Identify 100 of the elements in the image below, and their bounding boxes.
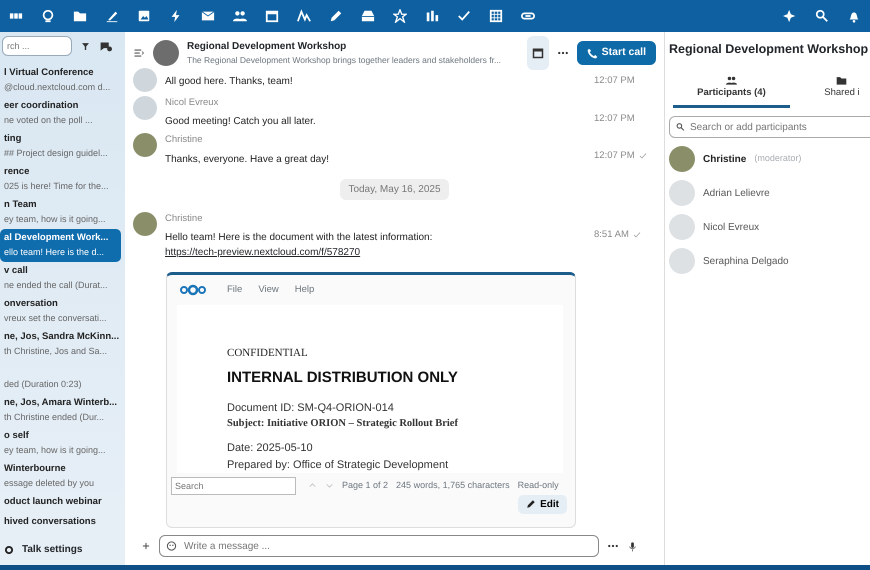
conversation-item[interactable]: Winterbourne essage deleted by you bbox=[0, 460, 121, 493]
emoji-icon[interactable] bbox=[166, 540, 177, 552]
document-text: Document ID: SM-Q4-ORION-014 bbox=[227, 400, 395, 416]
conversation-preview: ne voted on the poll ... bbox=[4, 114, 94, 127]
talk-settings-link[interactable]: Talk settings bbox=[22, 542, 82, 557]
conversation-item[interactable]: l Virtual Conference @cloud.nextcloud.com d... bbox=[0, 64, 121, 97]
status-text: Page 1 of 2 bbox=[342, 479, 388, 492]
conversation-search-field[interactable]: rch ... bbox=[2, 36, 72, 56]
microphone-icon[interactable] bbox=[627, 540, 638, 552]
conversation-preview: ey team, how is it going... bbox=[4, 444, 107, 457]
pen-icon[interactable] bbox=[105, 9, 119, 23]
sparkle-icon[interactable] bbox=[783, 9, 797, 23]
message-link[interactable]: https://tech-preview.nextcloud.com/f/578270 bbox=[165, 244, 360, 260]
menu-item[interactable]: View bbox=[258, 282, 279, 297]
conversation-preview: essage deleted by you bbox=[4, 477, 96, 490]
document-text: INTERNAL DISTRIBUTION ONLY bbox=[227, 368, 459, 388]
participant-row[interactable]: Christine (moderator) bbox=[665, 146, 870, 172]
document-search-field[interactable]: Search bbox=[171, 476, 296, 495]
date-separator: Today, May 16, 2025 bbox=[340, 178, 449, 200]
search-icon[interactable] bbox=[815, 9, 829, 23]
document-text: Date: 2025-05-10 bbox=[227, 441, 314, 456]
participant-row[interactable]: Adrian Lelievre bbox=[665, 180, 870, 206]
menu-item[interactable]: Help bbox=[294, 282, 314, 297]
archived-conversations-link[interactable]: hived conversations bbox=[0, 513, 121, 533]
conversation-preview: vreux set the conversati... bbox=[4, 312, 108, 325]
conversation-title: ne, Jos, Sandra McKinn... bbox=[4, 330, 117, 344]
message-time: 12:07 PM bbox=[594, 112, 635, 126]
participant-row[interactable]: Seraphina Delgado bbox=[665, 248, 870, 274]
folder-icon[interactable] bbox=[73, 9, 87, 23]
conversation-title: n Team bbox=[4, 198, 38, 212]
mail-icon[interactable] bbox=[201, 9, 215, 23]
conversation-item[interactable]: rence 025 is here! Time for the... bbox=[0, 163, 121, 196]
message-input[interactable]: Write a message ... bbox=[159, 535, 599, 557]
participant-name: Seraphina Delgado bbox=[703, 254, 789, 268]
details-tab[interactable]: Participants (4) bbox=[673, 74, 790, 108]
table-icon[interactable] bbox=[489, 9, 503, 23]
conversation-title: Regional Development Workshop bbox=[187, 40, 348, 54]
conversation-item[interactable]: ne, Jos, Amara Winterb... th Christine ended (Dur... bbox=[0, 394, 121, 427]
bar-chart-icon[interactable] bbox=[425, 9, 439, 23]
participant-row[interactable]: Nicol Evreux bbox=[665, 214, 870, 240]
conversation-title: al Development Work... bbox=[4, 231, 110, 245]
menu-icon[interactable] bbox=[133, 47, 145, 59]
participant-name: Christine bbox=[703, 152, 746, 166]
conversation-title: oduct launch webinar bbox=[4, 495, 103, 509]
checkmark-icon[interactable] bbox=[457, 9, 471, 23]
conversation-title: v call bbox=[4, 264, 29, 278]
conversation-item[interactable]: ne, Jos, Sandra McKinn... th Christine, Jos and Sa... bbox=[0, 328, 121, 361]
message-time: 12:07 PM bbox=[594, 149, 635, 164]
participant-role: (moderator) bbox=[754, 152, 802, 166]
image-icon[interactable] bbox=[137, 9, 151, 23]
document-text: Subject: Initiative ORION – Strategic Rollout Brief bbox=[227, 417, 460, 432]
conversation-preview: ded (Duration 0:23) bbox=[4, 378, 83, 391]
pencil-icon bbox=[526, 499, 536, 510]
conversation-item[interactable]: n Team ey team, how is it going... bbox=[0, 196, 121, 229]
start-call-button[interactable]: Start call bbox=[576, 41, 656, 65]
conversation-item[interactable]: al Development Work... ello team! Here is the d... bbox=[0, 229, 121, 262]
conversation-item[interactable]: ting ## Project design guidel... bbox=[0, 130, 121, 163]
conversation-description: The Regional Development Workshop brings together leaders and stakeholders fr... bbox=[187, 54, 502, 67]
conversation-title: ne, Jos, Amara Winterb... bbox=[4, 396, 117, 410]
conversation-preview: th Christine, Jos and Sa... bbox=[4, 345, 108, 358]
user-avatar bbox=[133, 212, 157, 236]
message-time: 12:07 PM bbox=[594, 74, 635, 88]
conversation-title: ting bbox=[4, 132, 22, 146]
conversation-title: onversation bbox=[4, 297, 59, 311]
conversation-item[interactable]: eer coordination ne voted on the poll ... bbox=[0, 97, 121, 130]
conversation-item[interactable]: onversation vreux set the conversati... bbox=[0, 295, 121, 328]
conversation-item[interactable]: v call ne ended the call (Durat... bbox=[0, 262, 121, 295]
message-text: Good meeting! Catch you all later. bbox=[165, 115, 317, 130]
folder-icon bbox=[836, 74, 848, 86]
activity-icon[interactable] bbox=[297, 9, 311, 23]
pencil-icon[interactable] bbox=[329, 9, 343, 23]
document-text: Prepared by: Office of Strategic Development bbox=[227, 458, 450, 472]
conversation-avatar bbox=[153, 40, 179, 66]
search-icon bbox=[676, 122, 685, 132]
conversation-title: o self bbox=[4, 429, 30, 443]
edit-button[interactable]: Edit bbox=[518, 494, 567, 514]
user-avatar bbox=[133, 133, 157, 158]
calendar-button[interactable] bbox=[526, 36, 549, 70]
conversation-item[interactable]: oduct launch webinar bbox=[0, 493, 121, 513]
details-tab[interactable]: Shared i bbox=[814, 74, 870, 108]
people-icon bbox=[726, 74, 737, 86]
details-title: Regional Development Workshop bbox=[668, 41, 870, 58]
plus-icon[interactable] bbox=[141, 541, 151, 551]
conversation-preview: ello team! Here is the d... bbox=[4, 246, 106, 259]
conversation-item[interactable]: o self ey team, how is it going... bbox=[0, 427, 121, 460]
menu-item[interactable]: File bbox=[227, 282, 242, 297]
message-author: Christine bbox=[165, 212, 204, 226]
inbox-icon[interactable] bbox=[361, 9, 375, 23]
people-icon[interactable] bbox=[233, 9, 247, 23]
participant-search-field[interactable]: Search or add participants bbox=[669, 116, 870, 138]
user-avatar bbox=[133, 68, 157, 92]
conversation-preview: @cloud.nextcloud.com d... bbox=[4, 81, 112, 94]
conversation-item[interactable]: ded (Duration 0:23) bbox=[0, 361, 121, 394]
message-author: Nicol Evreux bbox=[165, 96, 220, 110]
user-avatar bbox=[133, 96, 157, 120]
document-text: CONFIDENTIAL bbox=[227, 346, 309, 361]
star-icon[interactable] bbox=[393, 9, 407, 23]
new-chat-icon[interactable] bbox=[99, 40, 112, 52]
status-text: Read-only bbox=[518, 479, 559, 492]
message-author: Christine bbox=[165, 133, 204, 148]
